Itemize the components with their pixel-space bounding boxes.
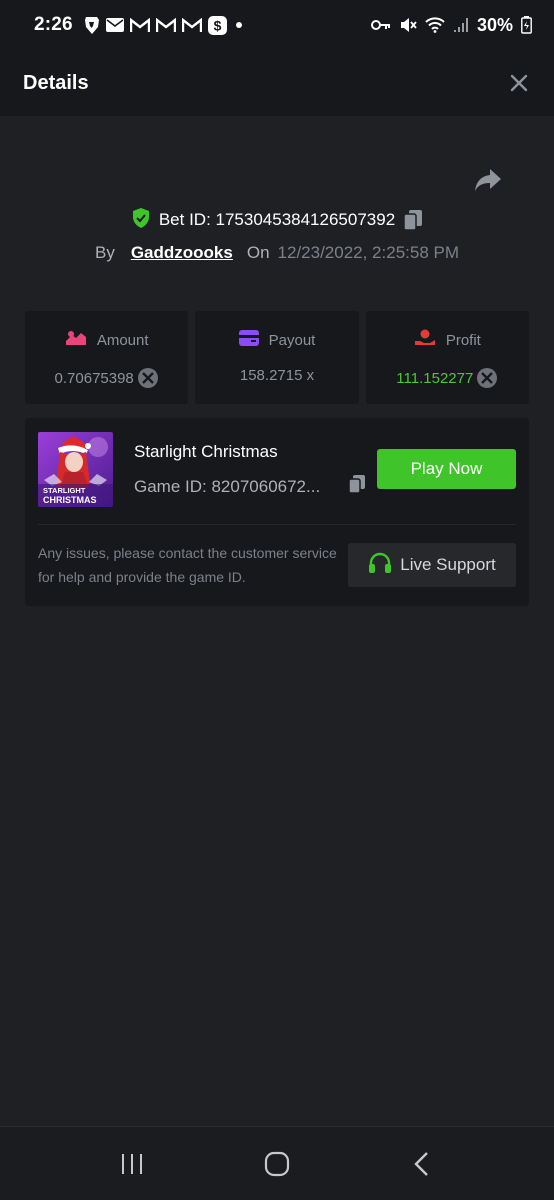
profit-icon	[414, 329, 436, 351]
bet-stats: Amount 0.70675398 Payout 158.2715 x Prof…	[25, 311, 529, 404]
bet-id-row: Bet ID: 1753045384126507392	[0, 206, 554, 234]
battery-icon	[521, 16, 532, 34]
amount-value: 0.70675398	[54, 369, 134, 387]
system-icons: 30%	[370, 14, 532, 36]
game-id: Game ID: 8207060672...	[134, 476, 321, 496]
stat-payout: Payout 158.2715 x	[195, 311, 359, 404]
payout-label: Payout	[268, 331, 316, 349]
mute-icon	[399, 16, 417, 34]
close-button[interactable]	[506, 70, 532, 96]
copy-game-id-button[interactable]	[348, 474, 366, 499]
bet-meta-row: By Gaddzoooks On 12/23/2022, 2:25:58 PM	[0, 240, 554, 266]
support-help-text: Any issues, please contact the customer …	[38, 545, 337, 585]
divider	[38, 524, 516, 525]
details-header: Details	[0, 50, 554, 116]
game-thumbnail[interactable]: STARLIGHT CHRISTMAS	[38, 432, 113, 507]
page-title: Details	[23, 71, 89, 94]
on-label: On	[246, 243, 270, 262]
coin-icon	[476, 367, 498, 389]
status-bar: 2:26 $ 30%	[0, 0, 554, 50]
amount-icon	[65, 329, 87, 351]
copy-icon[interactable]	[348, 474, 366, 494]
copy-bet-id-button[interactable]	[403, 209, 423, 231]
share-button[interactable]	[474, 168, 504, 196]
svg-text:$: $	[213, 17, 221, 33]
coin-icon	[137, 367, 159, 389]
status-time: 2:26	[34, 14, 73, 35]
brave-icon	[83, 16, 100, 35]
profit-value: 111.152277	[396, 369, 474, 387]
copy-icon[interactable]	[403, 209, 423, 231]
share-icon[interactable]	[474, 168, 502, 192]
cash-app-icon: $	[207, 15, 227, 35]
game-name[interactable]: Starlight Christmas	[134, 442, 278, 462]
battery-percent: 30%	[476, 14, 513, 35]
amount-label: Amount	[96, 331, 149, 349]
gmail-icon	[181, 17, 202, 33]
bet-id: Bet ID: 1753045384126507392	[158, 210, 396, 229]
live-support-label: Live Support	[400, 555, 496, 574]
thumb-title-line-1: STARLIGHT	[43, 486, 86, 495]
back-button[interactable]	[392, 1134, 452, 1194]
bet-date: 12/23/2022, 2:25:58 PM	[277, 243, 460, 262]
play-now-button[interactable]: Play Now	[377, 449, 516, 489]
by-label: By	[94, 243, 115, 262]
key-icon	[370, 18, 391, 32]
thumb-title-line-2: CHRISTMAS	[43, 495, 97, 505]
stat-profit: Profit 111.152277	[365, 311, 529, 404]
gmail-icon	[155, 17, 176, 33]
mail-icon	[105, 18, 124, 32]
back-icon[interactable]	[413, 1151, 431, 1177]
home-icon[interactable]	[264, 1151, 290, 1177]
profit-label: Profit	[445, 331, 481, 349]
wallet-icon	[238, 330, 259, 350]
recents-button[interactable]	[102, 1134, 162, 1194]
wifi-icon	[425, 17, 445, 33]
payout-value: 158.2715 x	[239, 367, 315, 384]
home-button[interactable]	[247, 1134, 307, 1194]
headset-icon	[368, 552, 392, 579]
verified-shield-icon	[131, 207, 151, 234]
live-support-button[interactable]: Live Support	[348, 543, 516, 587]
notification-icons: $	[83, 15, 245, 35]
username-link[interactable]: Gaddzoooks	[131, 243, 233, 263]
close-icon[interactable]	[510, 74, 528, 92]
game-card: STARLIGHT CHRISTMAS Starlight Christmas …	[25, 418, 529, 606]
signal-icon	[453, 17, 469, 33]
stat-amount: Amount 0.70675398	[25, 311, 189, 404]
system-nav-bar	[0, 1126, 554, 1200]
gmail-icon	[129, 17, 150, 33]
game-id-row: Game ID: 8207060672...	[134, 474, 366, 499]
recents-icon[interactable]	[120, 1152, 144, 1176]
dot-icon	[233, 19, 245, 31]
